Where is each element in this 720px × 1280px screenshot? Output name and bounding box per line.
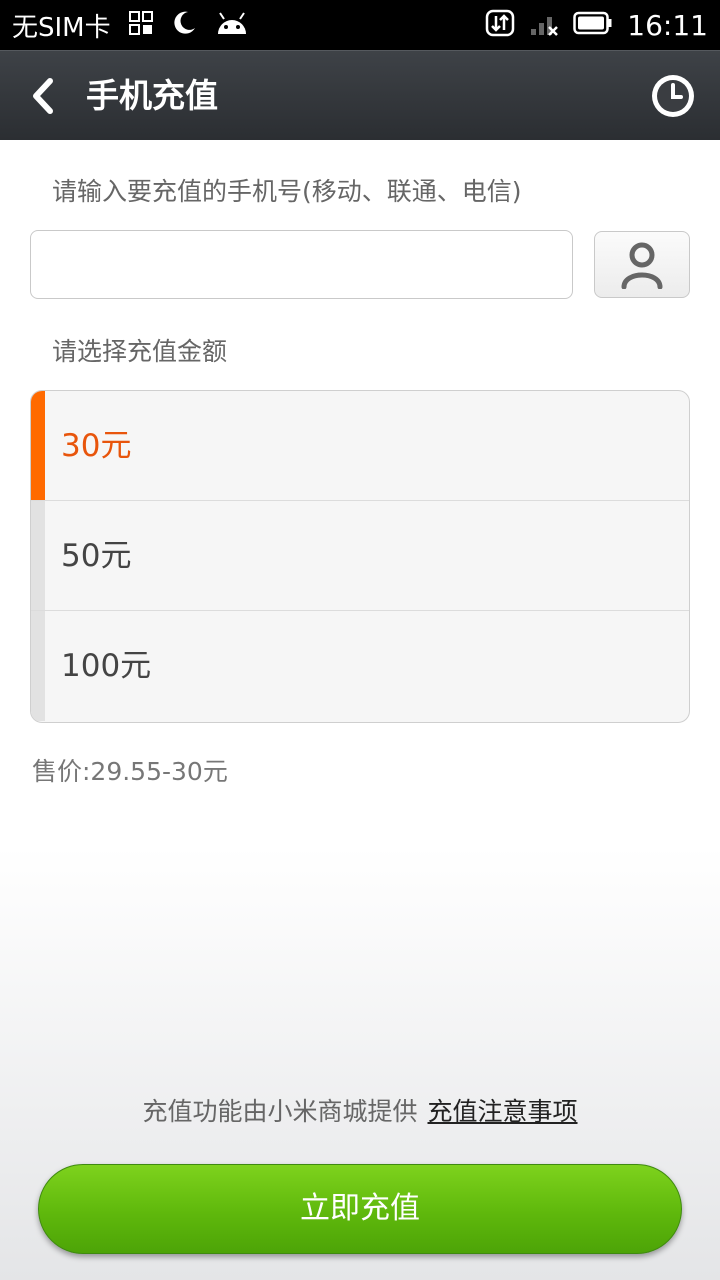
recharge-notice-link[interactable]: 充值注意事项 <box>428 1097 578 1126</box>
amount-option-label: 30元 <box>61 428 132 464</box>
sale-price-text: 售价:29.55-30元 <box>32 757 228 786</box>
clock-time: 16:11 <box>627 8 708 42</box>
amount-option-50[interactable]: 50元 <box>31 501 689 611</box>
main-content: 请输入要充值的手机号(移动、联通、电信) 请选择充值金额 30元 50元 100… <box>0 140 720 1280</box>
back-button[interactable] <box>22 73 66 119</box>
contacts-button[interactable] <box>594 231 690 298</box>
sim-status-text: 无SIM卡 <box>12 12 111 43</box>
history-button[interactable] <box>648 71 698 121</box>
phone-number-label: 请输入要充值的手机号(移动、联通、电信) <box>52 177 522 206</box>
phone-number-input[interactable] <box>30 230 573 299</box>
page-title: 手机充值 <box>86 76 218 115</box>
selection-indicator <box>31 501 45 610</box>
battery-icon <box>573 11 613 39</box>
person-icon <box>621 242 663 289</box>
amount-label: 请选择充值金额 <box>52 337 228 366</box>
provider-note: 充值功能由小米商城提供 充值注意事项 <box>0 1092 720 1128</box>
amount-option-30[interactable]: 30元 <box>31 391 689 501</box>
amount-list: 30元 50元 100元 <box>30 390 690 723</box>
chevron-left-icon <box>33 78 53 114</box>
signal-icon <box>529 9 559 41</box>
selection-indicator <box>31 611 45 721</box>
data-transfer-icon <box>485 9 515 41</box>
qr-icon <box>128 11 153 39</box>
status-bar: 无SIM卡 16:11 <box>0 0 720 50</box>
amount-option-label: 100元 <box>61 648 152 684</box>
android-icon <box>215 10 249 40</box>
amount-option-100[interactable]: 100元 <box>31 611 689 721</box>
provider-text: 充值功能由小米商城提供 <box>142 1097 418 1126</box>
selection-indicator <box>31 391 45 500</box>
amount-option-label: 50元 <box>61 538 132 574</box>
moon-icon <box>171 10 197 40</box>
clock-icon <box>652 75 694 117</box>
title-bar: 手机充值 <box>0 50 720 140</box>
recharge-now-button[interactable]: 立即充值 <box>38 1164 682 1254</box>
